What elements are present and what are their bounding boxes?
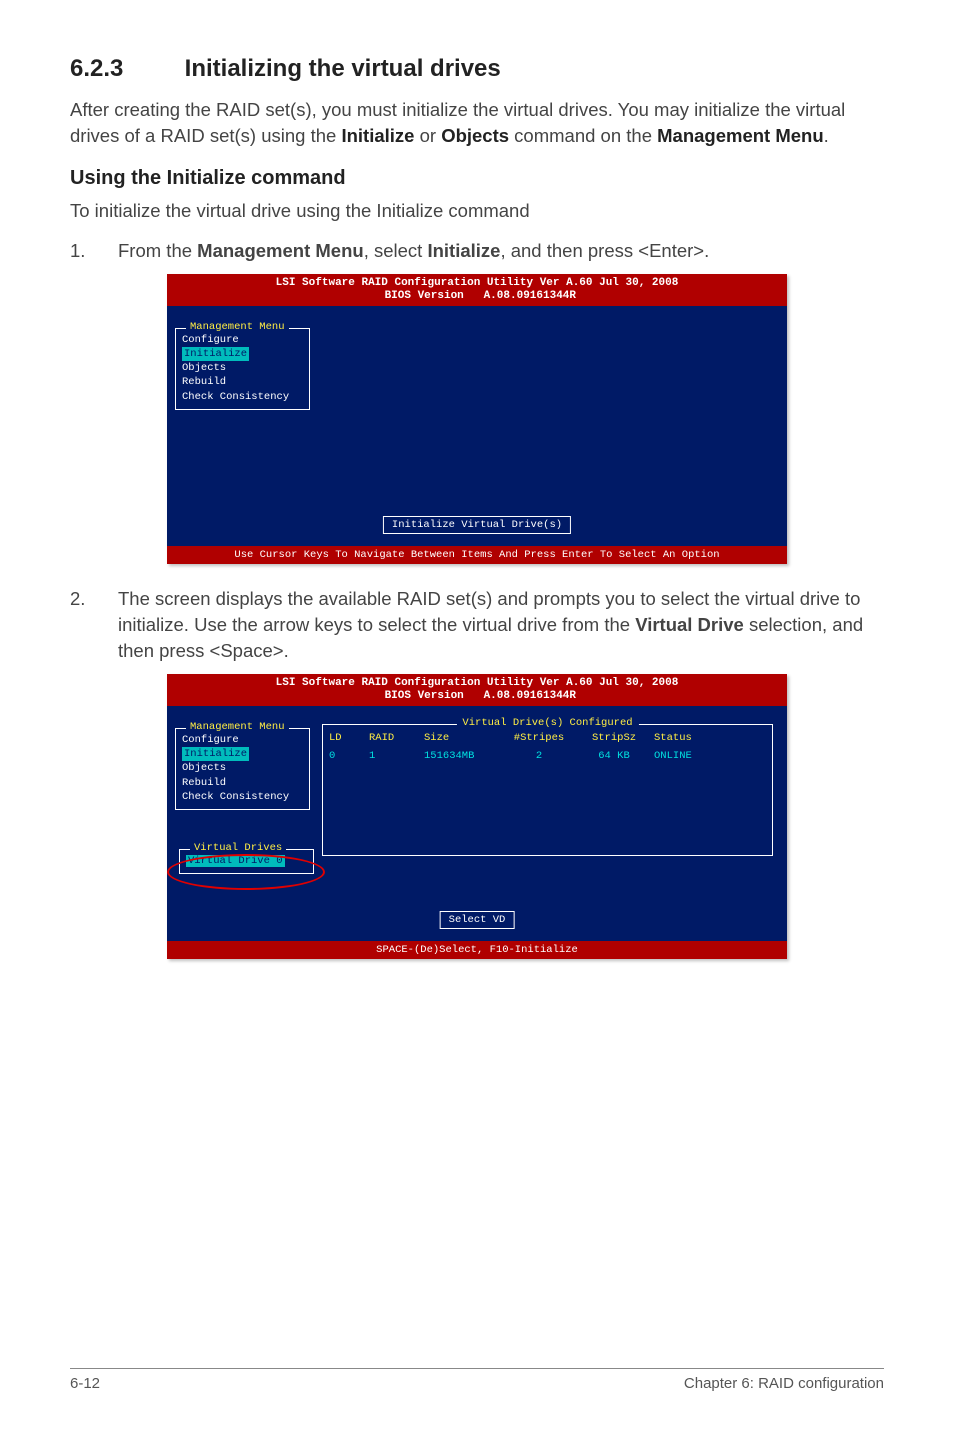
- bios2-menu-title: Management Menu: [186, 721, 289, 733]
- bios1-menu-box: Management Menu Configure Initialize Obj…: [175, 328, 310, 410]
- step-2-body: The screen displays the available RAID s…: [118, 586, 884, 664]
- chapter-label: Chapter 6: RAID configuration: [684, 1375, 884, 1392]
- bios2-menu-check-consistency[interactable]: Check Consistency: [182, 790, 303, 804]
- bios1-menu-configure[interactable]: Configure: [182, 333, 303, 347]
- bios1-header: LSI Software RAID Configuration Utility …: [167, 274, 787, 306]
- subhead-using-initialize: Using the Initialize command: [70, 167, 884, 190]
- row-raid: 1: [369, 750, 424, 762]
- col-stripes: #Stripes: [504, 732, 574, 744]
- page-number: 6-12: [70, 1375, 100, 1392]
- bios2-vd-table: Virtual Drive(s) Configured LD RAID Size…: [322, 724, 773, 856]
- bios2-body: Management Menu Configure Initialize Obj…: [167, 706, 787, 941]
- section-title-text: Initializing the virtual drives: [185, 55, 501, 82]
- step-1: 1. From the Management Menu, select Init…: [70, 238, 884, 264]
- bios2-vd-header-row: LD RAID Size #Stripes StripSz Status: [323, 729, 772, 747]
- bios1-menu-title: Management Menu: [186, 321, 289, 333]
- step1-bold-mgmtmenu: Management Menu: [197, 240, 364, 261]
- bios2-vd-table-title: Virtual Drive(s) Configured: [456, 717, 638, 729]
- intro-bold-initialize: Initialize: [341, 125, 414, 146]
- bios1-body: Management Menu Configure Initialize Obj…: [167, 306, 787, 546]
- step1-text-e: , and then press <Enter>.: [500, 240, 709, 261]
- bios2-virtual-drives-title: Virtual Drives: [190, 842, 286, 854]
- step2-bold-virtualdrive: Virtual Drive: [635, 614, 744, 635]
- col-ld: LD: [329, 732, 369, 744]
- step1-text-c: , select: [364, 240, 428, 261]
- bios2-menu-initialize[interactable]: Initialize: [182, 747, 249, 761]
- bios1-menu-initialize[interactable]: Initialize: [182, 347, 249, 361]
- bios2-hint: Select VD: [440, 911, 515, 929]
- step-2-number: 2.: [70, 586, 118, 664]
- intro-text-c: or: [414, 125, 441, 146]
- bios2-virtual-drives-box: Virtual Drives Virtual Drive 0: [179, 849, 314, 874]
- bios1-menu-rebuild[interactable]: Rebuild: [182, 375, 303, 389]
- row-size: 151634MB: [424, 750, 504, 762]
- bios1-hint: Initialize Virtual Drive(s): [383, 516, 571, 534]
- intro-bold-mgmtmenu: Management Menu: [657, 125, 824, 146]
- bios2-menu-objects[interactable]: Objects: [182, 761, 303, 775]
- bios1-footer: Use Cursor Keys To Navigate Between Item…: [167, 546, 787, 564]
- page-footer: 6-12 Chapter 6: RAID configuration: [70, 1368, 884, 1392]
- section-number: 6.2.3: [70, 55, 178, 83]
- bios-screenshot-2: LSI Software RAID Configuration Utility …: [167, 674, 787, 959]
- bios2-header: LSI Software RAID Configuration Utility …: [167, 674, 787, 706]
- row-stripes: 2: [504, 750, 574, 762]
- step1-bold-initialize: Initialize: [427, 240, 500, 261]
- row-status: ONLINE: [654, 750, 724, 762]
- step-2: 2. The screen displays the available RAI…: [70, 586, 884, 664]
- col-size: Size: [424, 732, 504, 744]
- bios1-menu-objects[interactable]: Objects: [182, 361, 303, 375]
- intro-text-e: command on the: [509, 125, 657, 146]
- bios2-vd-data-row[interactable]: 0 1 151634MB 2 64 KB ONLINE: [323, 747, 772, 765]
- intro-text-g: .: [824, 125, 829, 146]
- intro-bold-objects: Objects: [441, 125, 509, 146]
- bios-screenshot-1: LSI Software RAID Configuration Utility …: [167, 274, 787, 564]
- col-raid: RAID: [369, 732, 424, 744]
- col-status: Status: [654, 732, 724, 744]
- row-ld: 0: [329, 750, 369, 762]
- bios2-menu-box: Management Menu Configure Initialize Obj…: [175, 728, 310, 810]
- bios1-menu-check-consistency[interactable]: Check Consistency: [182, 390, 303, 404]
- step-1-number: 1.: [70, 238, 118, 264]
- row-stripsz: 64 KB: [574, 750, 654, 762]
- section-heading: 6.2.3 Initializing the virtual drives: [70, 55, 884, 83]
- step-1-body: From the Management Menu, select Initial…: [118, 238, 884, 264]
- subintro-text: To initialize the virtual drive using th…: [70, 198, 884, 224]
- bios2-virtual-drive-0[interactable]: Virtual Drive 0: [186, 855, 285, 867]
- step1-text-a: From the: [118, 240, 197, 261]
- bios2-footer: SPACE-(De)Select, F10-Initialize: [167, 941, 787, 959]
- intro-paragraph: After creating the RAID set(s), you must…: [70, 97, 884, 149]
- col-stripsz: StripSz: [574, 732, 654, 744]
- bios2-menu-configure[interactable]: Configure: [182, 733, 303, 747]
- bios2-menu-rebuild[interactable]: Rebuild: [182, 776, 303, 790]
